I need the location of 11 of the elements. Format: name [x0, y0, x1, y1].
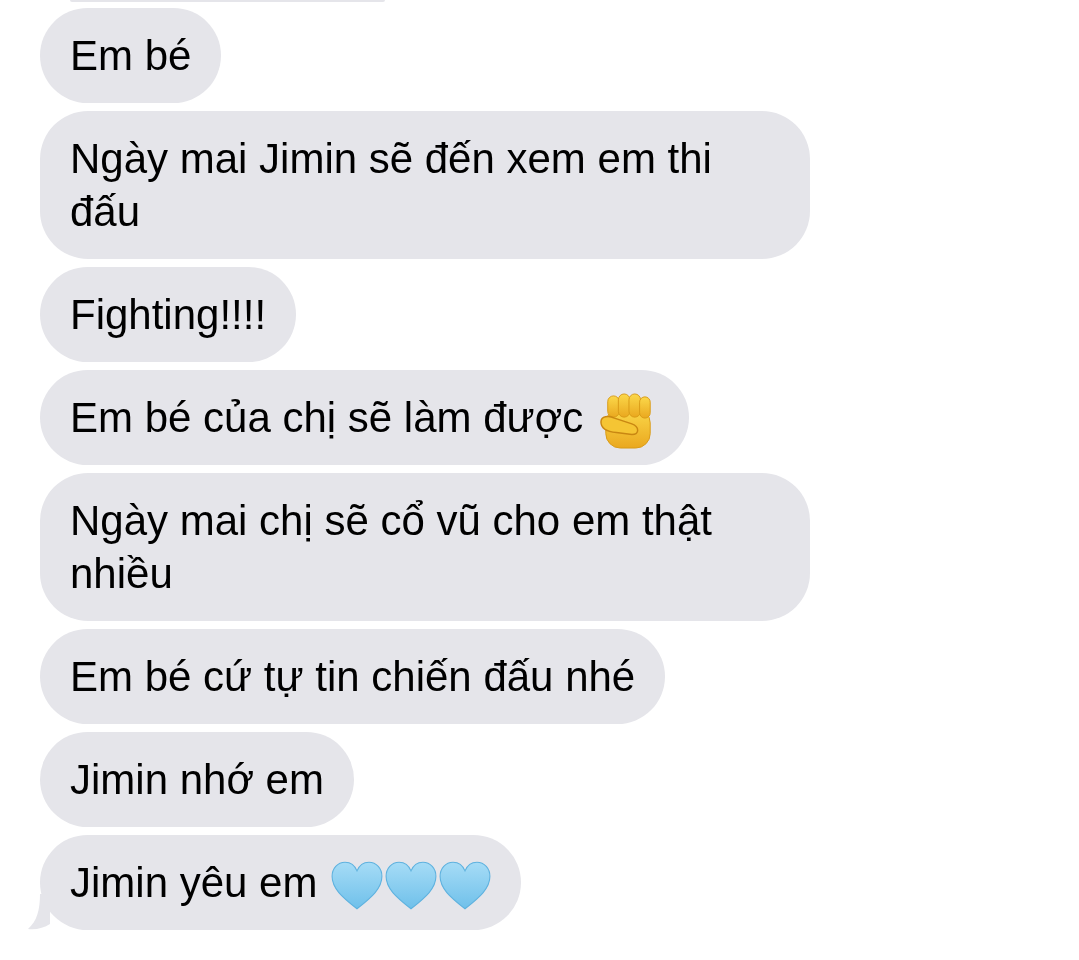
message-text: Ngày mai chị sẽ cổ vũ cho em thật nhiều [70, 497, 712, 597]
message-text: Fighting!!!! [70, 291, 267, 338]
message-text: Em bé cứ tự tin chiến đấu nhé [70, 653, 636, 700]
message-text: Ngày mai Jimin sẽ đến xem em thi đấu [70, 135, 712, 235]
heart-icon [385, 861, 438, 911]
message-text: Jimin nhớ em [70, 756, 324, 803]
heart-icon [439, 861, 492, 911]
message-text: Em bé của chị sẽ làm được [70, 394, 584, 441]
message-text: Jimin yêu em [70, 859, 318, 906]
heart-icon [331, 861, 384, 911]
message-text: Em bé [70, 32, 192, 79]
